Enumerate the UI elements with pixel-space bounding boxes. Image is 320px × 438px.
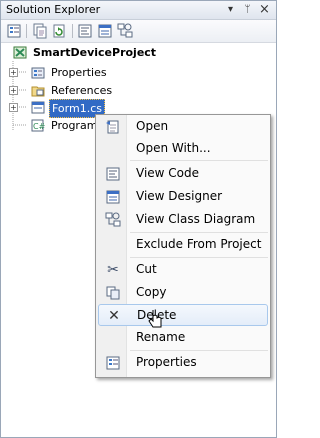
menu-label: Copy bbox=[136, 285, 167, 299]
window-position-icon[interactable]: ▾ bbox=[224, 3, 237, 16]
tree-node-properties[interactable]: + Properties bbox=[1, 64, 276, 81]
expand-icon[interactable]: + bbox=[9, 103, 18, 112]
tree-label: References bbox=[51, 84, 113, 97]
tree-node-references[interactable]: + References bbox=[1, 82, 276, 99]
menu-item-view-designer[interactable]: View Designer bbox=[98, 186, 268, 207]
view-code-icon[interactable] bbox=[77, 23, 93, 39]
menu-item-open[interactable]: Open bbox=[98, 116, 268, 137]
menu-separator bbox=[130, 350, 268, 351]
refresh-icon[interactable] bbox=[51, 23, 67, 39]
view-class-diagram-icon bbox=[105, 212, 121, 227]
view-designer-icon[interactable] bbox=[97, 23, 113, 39]
open-icon bbox=[106, 120, 119, 134]
tree-label: Properties bbox=[51, 66, 107, 79]
menu-label: Open With... bbox=[136, 141, 211, 155]
csharp-file-icon: C# bbox=[31, 119, 45, 132]
tree-node-project[interactable]: SmartDeviceProject bbox=[1, 44, 276, 61]
expand-icon[interactable]: + bbox=[9, 86, 18, 95]
menu-label: Cut bbox=[136, 262, 157, 276]
delete-icon: ✕ bbox=[108, 308, 120, 324]
panel-title: Solution Explorer bbox=[6, 3, 101, 16]
tree-label: Program bbox=[51, 119, 95, 132]
copy-icon bbox=[106, 286, 120, 300]
form-file-icon bbox=[31, 101, 45, 114]
svg-text:C#: C# bbox=[33, 122, 45, 131]
menu-item-cut[interactable]: ✂ Cut bbox=[98, 259, 268, 280]
title-bar: Solution Explorer ▾ ᛘ × bbox=[1, 1, 276, 20]
menu-label: Exclude From Project bbox=[136, 237, 262, 251]
menu-item-view-class-diagram[interactable]: View Class Diagram bbox=[98, 209, 268, 230]
view-designer-icon bbox=[106, 190, 120, 204]
menu-label: View Designer bbox=[136, 189, 223, 203]
properties-icon[interactable] bbox=[6, 23, 22, 39]
menu-separator bbox=[130, 232, 268, 233]
solution-explorer-window: Solution Explorer ▾ ᛘ × SmartDeviceProje… bbox=[0, 0, 277, 438]
menu-label: View Code bbox=[136, 166, 200, 180]
view-class-diagram-icon[interactable] bbox=[117, 23, 133, 39]
menu-label: View Class Diagram bbox=[136, 212, 256, 226]
references-folder-icon bbox=[31, 86, 45, 97]
properties-icon bbox=[106, 356, 120, 370]
menu-separator bbox=[130, 257, 268, 258]
pin-icon[interactable]: ᛘ bbox=[241, 3, 254, 16]
expand-icon[interactable]: + bbox=[9, 68, 18, 77]
tree-label-project: SmartDeviceProject bbox=[33, 46, 157, 59]
menu-item-view-code[interactable]: View Code bbox=[98, 163, 268, 184]
mouse-cursor-icon bbox=[148, 310, 162, 328]
menu-label: Open bbox=[136, 119, 169, 133]
menu-separator bbox=[130, 160, 268, 161]
menu-item-delete[interactable]: ✕ Delete bbox=[98, 304, 268, 326]
show-all-files-icon[interactable] bbox=[31, 23, 47, 39]
view-code-icon bbox=[106, 167, 120, 181]
toolbar-separator bbox=[72, 24, 73, 38]
properties-folder-icon bbox=[31, 67, 45, 79]
toolbar bbox=[1, 20, 276, 43]
context-menu: Open Open With... View Code View Designe… bbox=[95, 114, 271, 378]
menu-item-exclude-from-project[interactable]: Exclude From Project bbox=[98, 234, 268, 255]
cut-icon: ✂ bbox=[107, 262, 119, 278]
menu-label: Properties bbox=[136, 355, 197, 369]
menu-item-rename[interactable]: Rename bbox=[98, 327, 268, 348]
menu-item-copy[interactable]: Copy bbox=[98, 282, 268, 303]
tree-node-program[interactable]: C# Program bbox=[1, 117, 95, 134]
close-icon[interactable]: × bbox=[258, 3, 271, 16]
toolbar-separator bbox=[26, 24, 27, 38]
menu-item-open-with[interactable]: Open With... bbox=[98, 138, 268, 159]
menu-item-properties[interactable]: Properties bbox=[98, 352, 268, 373]
